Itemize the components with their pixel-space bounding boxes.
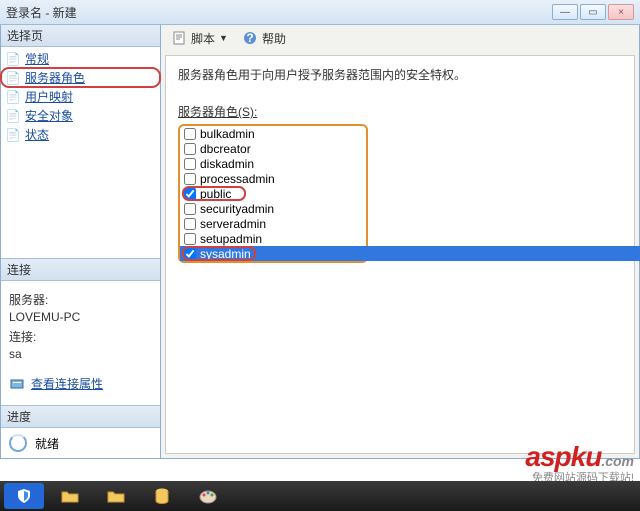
title-bar: 登录名 - 新建 — ▭ × xyxy=(0,0,640,25)
taskbar xyxy=(0,481,640,511)
role-bulkadmin[interactable]: bulkadmin xyxy=(180,126,366,141)
page-icon: 📄 xyxy=(5,127,21,143)
svg-text:?: ? xyxy=(246,31,253,45)
page-icon: 📄 xyxy=(5,70,21,86)
toolbar: 脚本 ▼ ? 帮助 xyxy=(161,25,639,51)
nav-general[interactable]: 📄 常规 xyxy=(1,49,160,68)
role-checkbox[interactable] xyxy=(184,248,196,260)
script-label: 脚本 xyxy=(191,30,215,47)
role-checkbox[interactable] xyxy=(184,188,196,200)
role-checkbox[interactable] xyxy=(184,158,196,170)
server-value: LOVEMU-PC xyxy=(9,310,152,324)
role-checkbox[interactable] xyxy=(184,128,196,140)
progress-area: 就绪 xyxy=(1,428,160,458)
help-icon: ? xyxy=(242,30,258,46)
role-checkbox[interactable] xyxy=(184,218,196,230)
role-serveradmin[interactable]: serveradmin xyxy=(180,216,366,231)
right-pane: 脚本 ▼ ? 帮助 服务器角色用于向用户授予服务器范围内的安全特权。 服务器角色… xyxy=(161,25,639,458)
role-checkbox[interactable] xyxy=(184,233,196,245)
connection-info: 服务器: LOVEMU-PC 连接: sa 查看连接属性 xyxy=(1,281,160,405)
role-name: setupadmin xyxy=(200,232,262,246)
taskbar-folder-icon[interactable] xyxy=(50,483,90,509)
role-name: processadmin xyxy=(200,172,275,186)
role-dbcreator[interactable]: dbcreator xyxy=(180,141,366,156)
role-diskadmin[interactable]: diskadmin xyxy=(180,156,366,171)
window-buttons: — ▭ × xyxy=(552,4,634,20)
left-pane: 选择页 📄 常规 📄 服务器角色 📄 用户映射 📄 安全对象 📄 状态 xyxy=(1,25,161,458)
help-button[interactable]: ? 帮助 xyxy=(242,30,286,47)
nav-general-label: 常规 xyxy=(25,50,49,67)
conn-label: 连接: xyxy=(9,328,152,345)
content-panel: 服务器角色用于向用户授予服务器范围内的安全特权。 服务器角色(S): bulka… xyxy=(165,55,635,454)
conn-value: sa xyxy=(9,347,152,361)
roles-label: 服务器角色(S): xyxy=(178,103,622,120)
maximize-button[interactable]: ▭ xyxy=(580,4,606,20)
nav-securables-label: 安全对象 xyxy=(25,107,73,124)
role-name: dbcreator xyxy=(200,142,251,156)
minimize-button[interactable]: — xyxy=(552,4,578,20)
roles-list[interactable]: bulkadmin dbcreator diskadmin processadm… xyxy=(180,126,366,261)
taskbar-paint-icon[interactable] xyxy=(188,483,228,509)
taskbar-db-icon[interactable] xyxy=(142,483,182,509)
nav-server-roles[interactable]: 📄 服务器角色 xyxy=(1,68,160,87)
page-icon: 📄 xyxy=(5,89,21,105)
role-name: bulkadmin xyxy=(200,127,255,141)
description-text: 服务器角色用于向用户授予服务器范围内的安全特权。 xyxy=(178,66,622,83)
role-sysadmin[interactable]: sysadmin xyxy=(180,246,640,261)
taskbar-folder2-icon[interactable] xyxy=(96,483,136,509)
role-checkbox[interactable] xyxy=(184,143,196,155)
nav-server-roles-label: 服务器角色 xyxy=(25,69,85,86)
page-icon: 📄 xyxy=(5,51,21,67)
role-name: serveradmin xyxy=(200,217,266,231)
watermark-dotcom: .com xyxy=(601,453,634,469)
nav-status-label: 状态 xyxy=(25,126,49,143)
taskbar-shield-icon[interactable] xyxy=(4,483,44,509)
window-title: 登录名 - 新建 xyxy=(6,4,552,21)
script-button[interactable]: 脚本 ▼ xyxy=(171,30,228,47)
server-label: 服务器: xyxy=(9,291,152,308)
page-icon: 📄 xyxy=(5,108,21,124)
role-checkbox[interactable] xyxy=(184,173,196,185)
role-name: sysadmin xyxy=(200,247,251,261)
role-public[interactable]: public xyxy=(180,186,366,201)
watermark-brand: aspku xyxy=(525,441,601,472)
view-connection-link[interactable]: 查看连接属性 xyxy=(9,375,152,392)
role-name: diskadmin xyxy=(200,157,254,171)
nav-user-mapping[interactable]: 📄 用户映射 xyxy=(1,87,160,106)
watermark: aspku.com 免费网站源码下载站! xyxy=(525,441,634,485)
role-name: securityadmin xyxy=(200,202,274,216)
connection-icon xyxy=(9,376,25,392)
close-button[interactable]: × xyxy=(608,4,634,20)
role-name: public xyxy=(200,187,231,201)
select-page-header: 选择页 xyxy=(1,25,160,47)
nav-user-mapping-label: 用户映射 xyxy=(25,88,73,105)
view-connection-label: 查看连接属性 xyxy=(31,375,103,392)
script-icon xyxy=(171,30,187,46)
dropdown-icon: ▼ xyxy=(219,33,228,43)
connection-header: 连接 xyxy=(1,258,160,281)
help-label: 帮助 xyxy=(262,30,286,47)
role-processadmin[interactable]: processadmin xyxy=(180,171,366,186)
main-area: 选择页 📄 常规 📄 服务器角色 📄 用户映射 📄 安全对象 📄 状态 xyxy=(0,25,640,459)
nav-status[interactable]: 📄 状态 xyxy=(1,125,160,144)
progress-status: 就绪 xyxy=(35,435,59,452)
nav-list: 📄 常规 📄 服务器角色 📄 用户映射 📄 安全对象 📄 状态 xyxy=(1,47,160,146)
progress-header: 进度 xyxy=(1,405,160,428)
nav-securables[interactable]: 📄 安全对象 xyxy=(1,106,160,125)
role-securityadmin[interactable]: securityadmin xyxy=(180,201,366,216)
role-setupadmin[interactable]: setupadmin xyxy=(180,231,366,246)
roles-highlight-box: bulkadmin dbcreator diskadmin processadm… xyxy=(178,124,368,263)
progress-circle-icon xyxy=(9,434,27,452)
role-checkbox[interactable] xyxy=(184,203,196,215)
